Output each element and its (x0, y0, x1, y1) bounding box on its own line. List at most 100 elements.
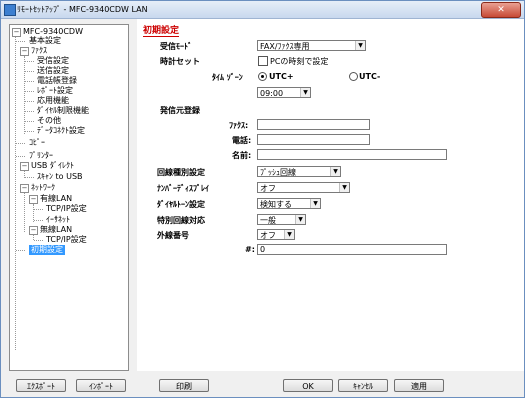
clock-label: 時計セット (160, 57, 200, 66)
window-title: ﾘﾓｰﾄｾｯﾄｱｯﾌﾟ - MFC-9340CDW LAN (17, 5, 148, 14)
pc-time-checkbox[interactable] (258, 56, 268, 66)
tree-item-copy[interactable]: ｺﾋﾟｰ (29, 138, 45, 148)
tree-connector (34, 220, 43, 221)
line-type-value: ﾌﾟｯｼｭ回線 (260, 168, 296, 177)
apply-button[interactable]: 適用 (394, 379, 444, 392)
tree-guide-line (15, 32, 16, 350)
tree-connector (16, 41, 25, 42)
number-display-select[interactable]: オフ ▼ (257, 182, 350, 193)
tree-item-wired-lan[interactable]: 有線LAN (40, 194, 72, 204)
receive-mode-label: 受信ﾓｰﾄﾞ (160, 42, 192, 51)
number-display-value: オフ (260, 184, 276, 193)
tree-item-fax-send[interactable]: 送信設定 (37, 66, 69, 76)
chevron-down-icon: ▼ (355, 41, 365, 50)
tree-connector (25, 81, 34, 82)
fax-field-label: ﾌｧｸｽ: (229, 121, 249, 130)
chevron-down-icon: ▼ (310, 199, 320, 208)
hash-label: #: (245, 245, 255, 254)
settings-tree[interactable]: − MFC-9340CDW 基本設定 − ﾌｧｸｽ 受信設定 送信設定 電話帳登… (9, 24, 129, 371)
section-title: 初期設定 (143, 23, 180, 37)
close-button[interactable]: ✕ (481, 2, 521, 18)
pc-time-label: PCの時刻で設定 (270, 57, 329, 66)
tree-item-usb-direct[interactable]: USB ﾀﾞｲﾚｸﾄ (31, 161, 74, 171)
outside-line-label: 外線番号 (157, 231, 189, 240)
tree-item-printer[interactable]: ﾌﾟﾘﾝﾀｰ (29, 151, 53, 161)
outside-line-select[interactable]: オフ ▼ (257, 229, 295, 240)
line-type-select[interactable]: ﾌﾟｯｼｭ回線 ▼ (257, 166, 341, 177)
cancel-button[interactable]: ｷｬﾝｾﾙ (338, 379, 388, 392)
collapse-icon[interactable]: − (20, 162, 29, 171)
outside-line-number-field[interactable]: 0 (257, 244, 447, 255)
tree-item-fax-report[interactable]: ﾚﾎﾟｰﾄ設定 (37, 86, 73, 96)
chevron-down-icon: ▼ (295, 215, 305, 224)
tree-connector (16, 156, 25, 157)
tree-item-ethernet[interactable]: ｲｰｻﾈｯﾄ (46, 215, 70, 225)
tree-item-wireless-lan[interactable]: 無線LAN (40, 225, 72, 235)
collapse-icon[interactable]: − (20, 184, 29, 193)
tree-item-fax-receive[interactable]: 受信設定 (37, 56, 69, 66)
tree-connector (25, 177, 34, 178)
timezone-label: ﾀｲﾑ ｿﾞｰﾝ (212, 73, 243, 82)
remote-setup-window: ﾘﾓｰﾄｾｯﾄｱｯﾌﾟ - MFC-9340CDW LAN ✕ − MFC-93… (0, 0, 525, 398)
utc-plus-label: UTC+ (269, 72, 294, 81)
special-line-select[interactable]: 一般 ▼ (257, 214, 306, 225)
fax-number-field[interactable] (257, 119, 370, 130)
chevron-down-icon: ▼ (300, 88, 310, 97)
tree-item-network[interactable]: ﾈｯﾄﾜｰｸ (31, 183, 55, 193)
tree-connector (25, 111, 34, 112)
utc-minus-radio[interactable] (349, 72, 358, 81)
tree-connector (25, 121, 34, 122)
collapse-icon[interactable]: − (29, 226, 38, 235)
timezone-select[interactable]: 09:00 ▼ (257, 87, 311, 98)
tree-connector (34, 209, 43, 210)
tree-connector (16, 250, 25, 251)
chevron-down-icon: ▼ (330, 167, 340, 176)
tree-item-fax-dial-restriction[interactable]: ﾀﾞｲﾔﾙ制限機能 (37, 106, 89, 116)
collapse-icon[interactable]: − (12, 28, 21, 37)
special-line-label: 特別回線対応 (157, 216, 205, 225)
tree-connector (25, 61, 34, 62)
collapse-icon[interactable]: − (29, 195, 38, 204)
tree-item-fax-data-connect[interactable]: ﾃﾞｰﾀｺﾈｸﾄ設定 (37, 126, 85, 136)
name-field-label: 名前: (232, 151, 252, 160)
line-type-label: 回線種別設定 (157, 168, 205, 177)
tree-connector (16, 143, 25, 144)
receive-mode-select[interactable]: FAX/ﾌｧｸｽ専用 ▼ (257, 40, 366, 51)
tree-connector (25, 91, 34, 92)
dial-tone-select[interactable]: 検知する ▼ (257, 198, 321, 209)
tree-item-initial-settings[interactable]: 初期設定 (29, 245, 65, 255)
phone-field-label: 電話: (232, 136, 252, 145)
tree-item-wireless-tcpip[interactable]: TCP/IP設定 (46, 235, 87, 245)
sender-name-field[interactable] (257, 149, 447, 160)
tree-item-fax-phonebook[interactable]: 電話帳登録 (37, 76, 77, 86)
tree-guide-line (24, 56, 25, 134)
sender-label: 発信元登録 (160, 106, 200, 115)
tree-connector (34, 240, 43, 241)
outside-line-value: オフ (260, 231, 276, 240)
collapse-icon[interactable]: − (20, 47, 29, 56)
export-button[interactable]: ｴｸｽﾎﾟｰﾄ (16, 379, 66, 392)
tree-item-fax-advanced[interactable]: 応用機能 (37, 96, 69, 106)
tree-guide-line (24, 193, 25, 232)
receive-mode-value: FAX/ﾌｧｸｽ専用 (260, 42, 310, 51)
import-button[interactable]: ｲﾝﾎﾟｰﾄ (76, 379, 126, 392)
tree-item-wired-tcpip[interactable]: TCP/IP設定 (46, 204, 87, 214)
title-bar[interactable]: ﾘﾓｰﾄｾｯﾄｱｯﾌﾟ - MFC-9340CDW LAN ✕ (1, 1, 524, 19)
utc-plus-radio[interactable] (258, 72, 267, 81)
timezone-value: 09:00 (260, 89, 284, 98)
tree-connector (25, 131, 34, 132)
tree-item-basic[interactable]: 基本設定 (29, 36, 61, 46)
phone-number-field[interactable] (257, 134, 370, 145)
utc-minus-label: UTC- (359, 72, 381, 81)
number-display-label: ﾅﾝﾊﾞｰﾃﾞｨｽﾌﾟﾚｲ (157, 184, 209, 193)
tree-item-fax-other[interactable]: その他 (37, 116, 61, 126)
print-button[interactable]: 印刷 (159, 379, 209, 392)
tree-item-scan-to-usb[interactable]: ｽｷｬﾝ to USB (37, 172, 83, 182)
dial-tone-value: 検知する (260, 200, 292, 209)
tree-item-fax[interactable]: ﾌｧｸｽ (31, 46, 47, 56)
dial-tone-label: ﾀﾞｲﾔﾙﾄｰﾝ設定 (157, 200, 205, 209)
ok-button[interactable]: OK (283, 379, 333, 392)
chevron-down-icon: ▼ (284, 230, 294, 239)
special-line-value: 一般 (260, 216, 276, 225)
tree-connector (25, 71, 34, 72)
